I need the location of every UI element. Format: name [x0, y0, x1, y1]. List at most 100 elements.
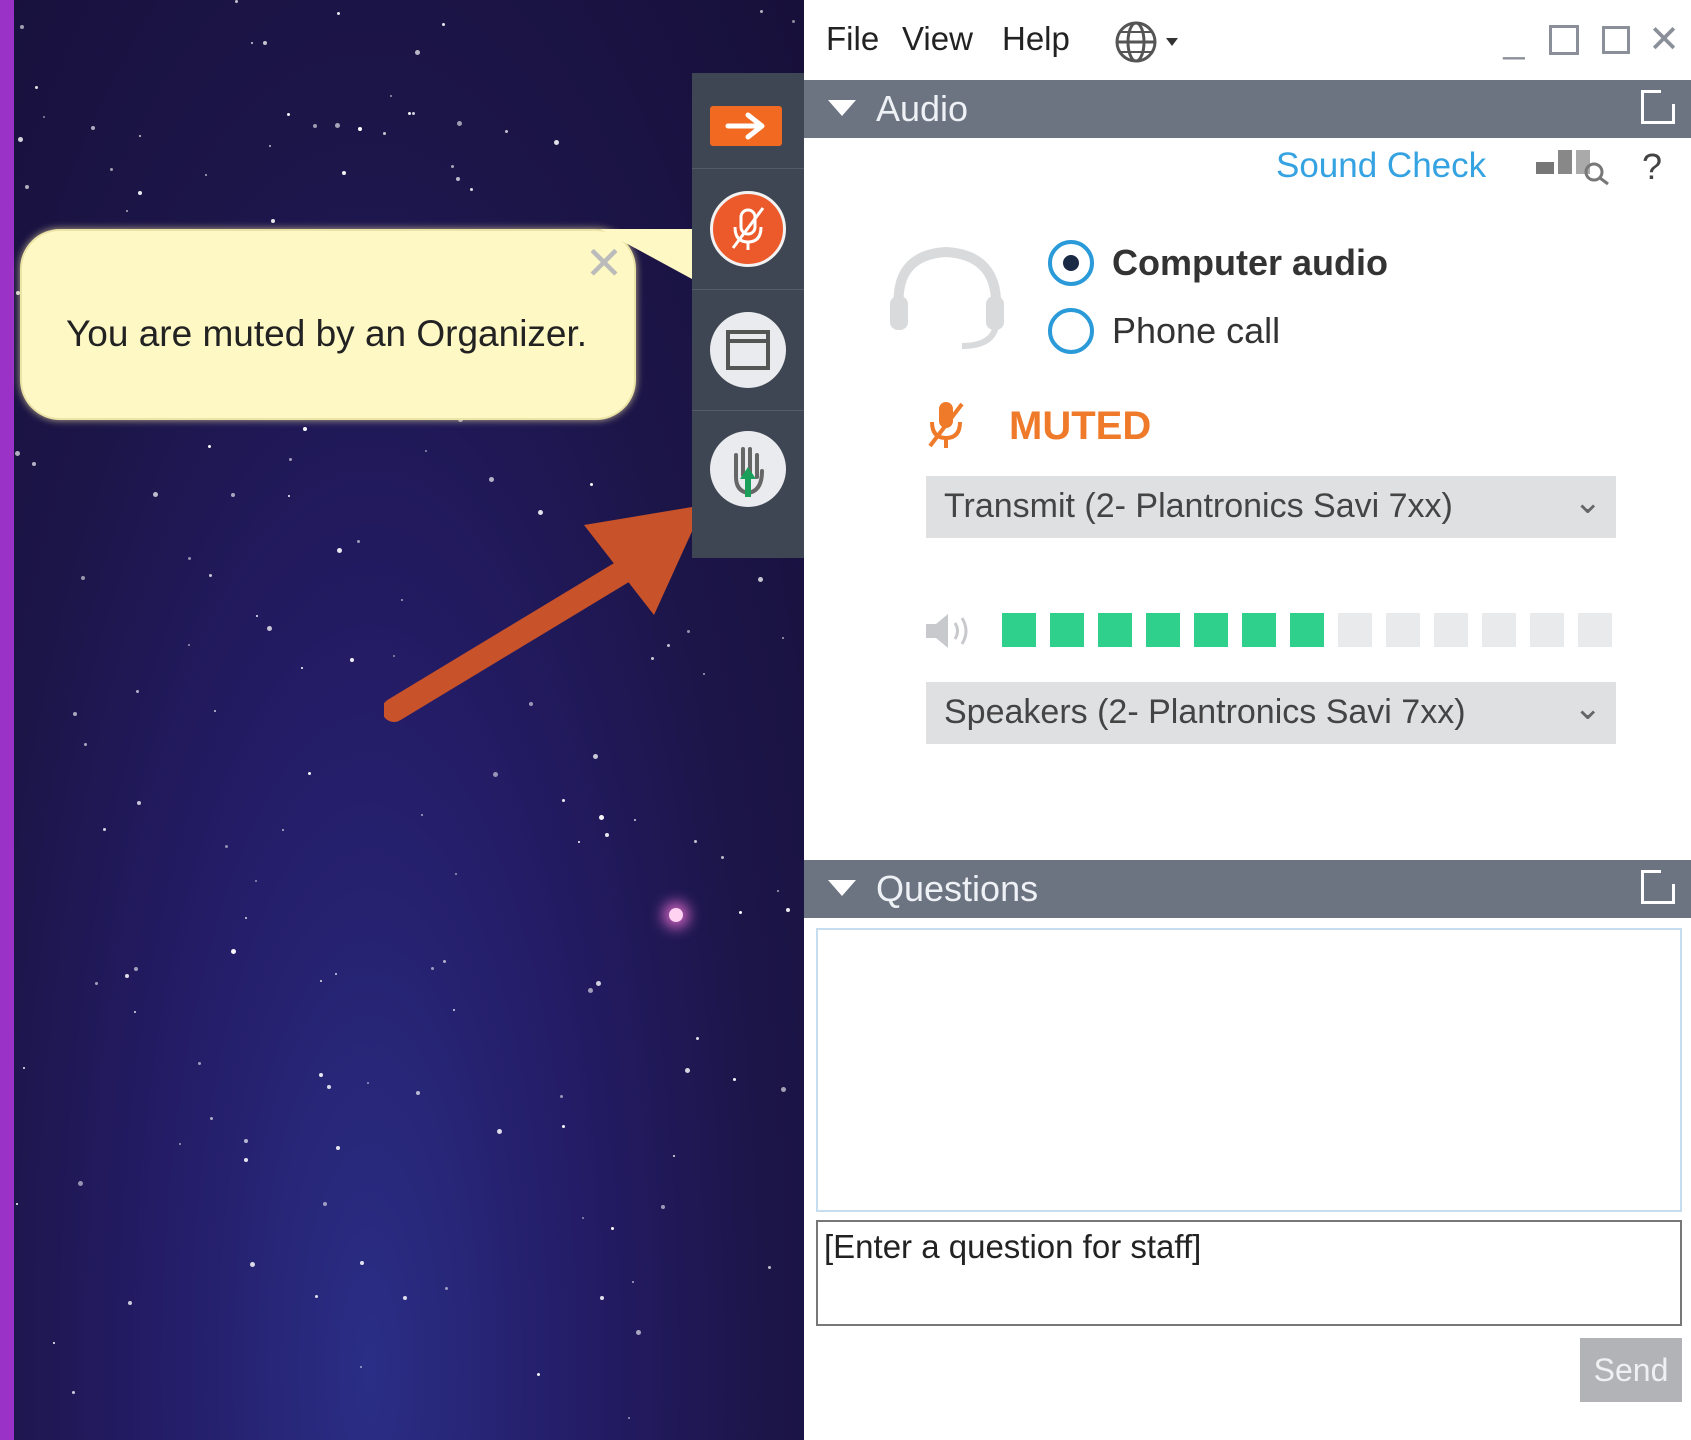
microphone-select-value: Transmit (2- Plantronics Savi 7xx): [944, 487, 1453, 525]
star: [16, 1203, 18, 1205]
star: [319, 1073, 323, 1077]
star: [251, 42, 253, 44]
send-button[interactable]: Send: [1580, 1338, 1682, 1402]
star: [323, 1202, 327, 1206]
star: [415, 50, 420, 55]
globe-language-icon[interactable]: [1114, 18, 1188, 71]
star: [81, 576, 85, 580]
microphone-select[interactable]: Transmit (2- Plantronics Savi 7xx) ⌄: [926, 476, 1616, 538]
sound-check-link[interactable]: Sound Check: [1276, 146, 1486, 186]
level-segment: [1194, 613, 1228, 647]
expand-panel-button[interactable]: [692, 73, 804, 169]
speaker-volume-icon: [922, 608, 978, 659]
question-input[interactable]: [Enter a question for staff]: [816, 1220, 1682, 1326]
star: [231, 493, 235, 497]
phone-call-radio[interactable]: [1048, 308, 1094, 354]
star: [282, 829, 284, 831]
star: [209, 574, 212, 577]
star: [153, 492, 158, 497]
audio-section-header[interactable]: Audio: [804, 80, 1691, 138]
speakers-select-value: Speakers (2- Plantronics Savi 7xx): [944, 693, 1466, 731]
popout-icon[interactable]: [1641, 870, 1675, 904]
computer-audio-radio[interactable]: [1048, 240, 1094, 286]
star: [632, 1281, 634, 1283]
muted-status-label: MUTED: [1009, 404, 1152, 448]
star: [288, 495, 290, 497]
star: [425, 450, 427, 452]
popout-window-icon[interactable]: [1598, 22, 1634, 58]
star: [225, 845, 228, 848]
star: [269, 145, 271, 147]
star: [673, 1155, 675, 1157]
star: [25, 185, 29, 189]
window-icon: [710, 312, 786, 388]
radio-selected-dot: [1063, 255, 1079, 271]
star: [35, 86, 38, 89]
help-icon[interactable]: ?: [1642, 146, 1662, 188]
star: [289, 458, 292, 461]
star: [786, 908, 790, 912]
star: [303, 427, 307, 431]
muted-microphone-icon: [922, 398, 972, 459]
star: [78, 1181, 83, 1186]
raise-hand-button[interactable]: [692, 411, 804, 558]
audio-settings-icon[interactable]: [1532, 146, 1616, 191]
raise-hand-icon: [710, 431, 786, 507]
star: [256, 615, 258, 617]
menu-help[interactable]: Help: [1002, 20, 1070, 58]
level-segment: [1146, 613, 1180, 647]
star: [342, 171, 346, 175]
level-segment: [1386, 613, 1420, 647]
star: [95, 982, 98, 985]
grab-tab-toolbar: [692, 73, 804, 558]
phone-call-label: Phone call: [1112, 310, 1281, 351]
star: [443, 960, 446, 963]
star: [245, 917, 247, 919]
star: [470, 188, 473, 191]
star: [457, 121, 462, 126]
maximize-icon[interactable]: [1546, 22, 1582, 58]
close-window-icon[interactable]: ✕: [1646, 21, 1682, 59]
menu-view[interactable]: View: [902, 20, 973, 58]
star: [231, 949, 236, 954]
minimize-icon[interactable]: _: [1496, 21, 1532, 59]
star: [721, 856, 724, 859]
collapse-triangle-icon[interactable]: [828, 100, 856, 116]
star: [208, 445, 211, 448]
speakers-select[interactable]: Speakers (2- Plantronics Savi 7xx) ⌄: [926, 682, 1616, 744]
star: [23, 1067, 25, 1069]
star: [605, 833, 609, 837]
star: [134, 1011, 136, 1013]
star: [489, 477, 494, 482]
star: [179, 1143, 181, 1145]
menu-file[interactable]: File: [826, 20, 879, 58]
star: [562, 1125, 565, 1128]
popout-icon[interactable]: [1641, 90, 1675, 124]
star: [358, 127, 362, 131]
star: [611, 1227, 614, 1230]
star: [103, 828, 106, 831]
annotation-arrow: [384, 505, 704, 722]
star: [335, 123, 340, 128]
chevron-down-icon: ⌄: [1573, 689, 1603, 727]
star: [390, 95, 392, 97]
star: [235, 0, 238, 3]
star: [313, 124, 317, 128]
show-screen-button[interactable]: [692, 290, 804, 411]
star: [760, 10, 763, 13]
level-segment: [1434, 613, 1468, 647]
star: [593, 754, 598, 759]
collapse-triangle-icon[interactable]: [828, 880, 856, 896]
questions-section-header[interactable]: Questions: [804, 860, 1691, 918]
star: [442, 23, 445, 26]
star: [758, 577, 763, 582]
star: [139, 135, 141, 137]
muted-microphone-icon: [710, 191, 786, 267]
chevron-down-icon: ⌄: [1573, 483, 1603, 521]
star: [367, 1082, 369, 1084]
star: [214, 710, 216, 712]
headset-icon: [884, 230, 1014, 365]
mute-toggle-button[interactable]: [692, 169, 804, 290]
star: [244, 1158, 248, 1162]
star: [360, 1366, 362, 1368]
